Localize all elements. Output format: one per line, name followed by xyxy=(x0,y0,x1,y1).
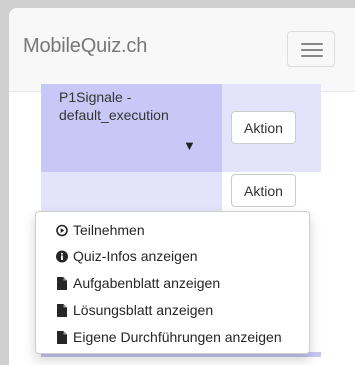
info-circle-icon xyxy=(56,250,68,262)
menu-toggle-button[interactable] xyxy=(287,31,335,67)
menu-item-label: Teilnehmen xyxy=(73,222,145,238)
menu-item-label: Quiz-Infos anzeigen xyxy=(73,248,198,264)
menu-item-aufgabenblatt[interactable]: Aufgabenblatt anzeigen xyxy=(56,275,220,291)
quiz-title: P1Signale - default_execution xyxy=(59,89,169,123)
menu-item-label: Aufgabenblatt anzeigen xyxy=(73,275,221,291)
brand-title[interactable]: MobileQuiz.ch xyxy=(23,35,147,58)
menu-item-label: Lösungsblatt anzeigen xyxy=(73,302,214,318)
action-dropdown-menu: Teilnehmen Quiz-Infos anzeigen Aufgabenb… xyxy=(35,211,310,354)
play-circle-icon xyxy=(56,224,68,236)
file-icon xyxy=(57,303,67,317)
caret-down-icon[interactable]: ▼ xyxy=(183,138,196,153)
hamburger-bar-icon xyxy=(301,43,323,45)
menu-item-teilnehmen[interactable]: Teilnehmen xyxy=(56,222,145,238)
action-button[interactable]: Aktion xyxy=(231,111,296,144)
action-button-2[interactable]: Aktion xyxy=(231,174,296,207)
navbar: MobileQuiz.ch xyxy=(9,8,355,92)
menu-item-loesungsblatt[interactable]: Lösungsblatt anzeigen xyxy=(56,302,213,318)
file-icon xyxy=(57,276,67,290)
hamburger-bar-icon xyxy=(301,49,323,51)
menu-item-label: Eigene Durchführungen anzeigen xyxy=(73,329,282,345)
menu-item-quiz-infos[interactable]: Quiz-Infos anzeigen xyxy=(56,248,198,264)
file-icon xyxy=(57,330,67,344)
hamburger-bar-icon xyxy=(301,55,323,57)
menu-item-eigene-durchfuehrungen[interactable]: Eigene Durchführungen anzeigen xyxy=(56,329,282,345)
